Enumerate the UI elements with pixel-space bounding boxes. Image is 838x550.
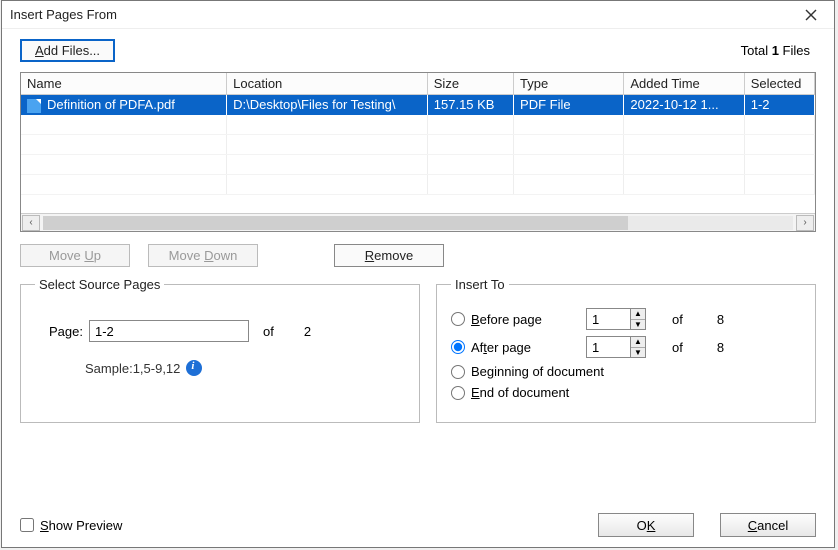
col-size[interactable]: Size	[427, 73, 513, 95]
spin-up-icon[interactable]: ▲	[631, 309, 645, 320]
move-down-button[interactable]: Move Down	[148, 244, 258, 267]
select-source-pages-group: Select Source Pages Page: of 2 Sample:1,…	[20, 277, 420, 423]
table-row[interactable]: Definition of PDFA.pdf D:\Desktop\Files …	[21, 95, 815, 115]
cell-size: 157.15 KB	[427, 95, 513, 115]
col-location[interactable]: Location	[227, 73, 428, 95]
info-icon[interactable]	[186, 360, 202, 376]
before-page-spinner[interactable]: ▲▼	[586, 308, 646, 330]
col-name[interactable]: Name	[21, 73, 227, 95]
after-page-spinner[interactable]: ▲▼	[586, 336, 646, 358]
horizontal-scrollbar[interactable]: ‹ ›	[21, 213, 815, 231]
radio-end-input[interactable]	[451, 386, 465, 400]
cancel-button[interactable]: Cancel	[720, 513, 816, 537]
insert-legend: Insert To	[451, 277, 509, 292]
page-total: 2	[304, 324, 311, 339]
scroll-track[interactable]	[43, 216, 793, 230]
file-icon	[27, 99, 41, 113]
radio-after-page[interactable]: After page	[451, 340, 576, 355]
total-pages: 8	[717, 340, 724, 355]
cell-added-time: 2022-10-12 1...	[624, 95, 744, 115]
cell-name: Definition of PDFA.pdf	[47, 97, 175, 112]
radio-end[interactable]: End of document	[451, 385, 576, 400]
page-input[interactable]	[89, 320, 249, 342]
source-legend: Select Source Pages	[35, 277, 164, 292]
after-page-value[interactable]	[586, 336, 630, 358]
files-table[interactable]: Name Location Size Type Added Time Selec…	[20, 72, 816, 232]
ok-button[interactable]: OK	[598, 513, 694, 537]
close-icon	[805, 9, 817, 21]
add-files-button[interactable]: Add Files...	[20, 39, 115, 62]
spin-down-icon[interactable]: ▼	[631, 320, 645, 330]
spin-down-icon[interactable]: ▼	[631, 348, 645, 358]
table-row: .	[21, 115, 815, 135]
of-label: of	[672, 340, 683, 355]
radio-before-input[interactable]	[451, 312, 465, 326]
spin-up-icon[interactable]: ▲	[631, 337, 645, 348]
window-title: Insert Pages From	[10, 7, 117, 22]
remove-button[interactable]: Remove	[334, 244, 444, 267]
scroll-right-button[interactable]: ›	[796, 215, 814, 231]
table-row: .	[21, 175, 815, 195]
close-button[interactable]	[796, 4, 826, 26]
page-label: Page:	[49, 324, 83, 339]
cell-selected: 1-2	[744, 95, 814, 115]
dialog-insert-pages: Insert Pages From Add Files... Total 1 F…	[1, 0, 835, 548]
total-pages: 8	[717, 312, 724, 327]
table-header[interactable]: Name Location Size Type Added Time Selec…	[21, 73, 815, 95]
of-label: of	[263, 324, 274, 339]
before-page-value[interactable]	[586, 308, 630, 330]
scroll-thumb[interactable]	[43, 216, 628, 230]
insert-to-group: Insert To Before page ▲▼ of 8	[436, 277, 816, 423]
show-preview-checkbox[interactable]: Show Preview	[20, 518, 122, 533]
col-type[interactable]: Type	[514, 73, 624, 95]
col-added-time[interactable]: Added Time	[624, 73, 744, 95]
table-row: .	[21, 135, 815, 155]
table-row: .	[21, 155, 815, 175]
total-files: Total 1 Files	[741, 43, 816, 58]
cell-location: D:\Desktop\Files for Testing\	[227, 95, 428, 115]
scroll-left-button[interactable]: ‹	[22, 215, 40, 231]
radio-before-page[interactable]: Before page	[451, 312, 576, 327]
radio-beginning[interactable]: Beginning of document	[451, 364, 604, 379]
sample-text: Sample:1,5-9,12	[85, 361, 180, 376]
show-preview-input[interactable]	[20, 518, 34, 532]
move-up-button[interactable]: Move Up	[20, 244, 130, 267]
col-selected[interactable]: Selected	[744, 73, 814, 95]
radio-beginning-input[interactable]	[451, 365, 465, 379]
cell-type: PDF File	[514, 95, 624, 115]
titlebar: Insert Pages From	[2, 1, 834, 29]
of-label: of	[672, 312, 683, 327]
radio-after-input[interactable]	[451, 340, 465, 354]
